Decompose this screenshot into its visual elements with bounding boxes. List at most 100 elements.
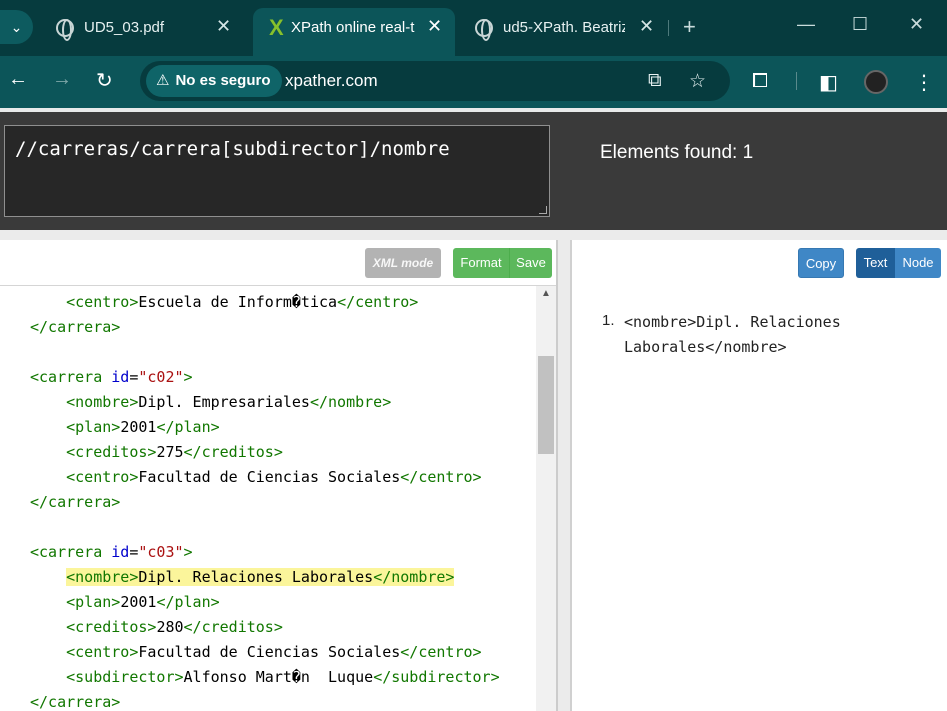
xpath-query-bar: //carreras/carrera[subdirector]/nombre E… xyxy=(0,112,947,230)
xml-tag: <centro> xyxy=(66,293,139,311)
xml-tag: </nombre> xyxy=(309,393,392,411)
xml-attribute-value: "c03" xyxy=(138,543,184,561)
xml-attribute: id xyxy=(111,543,130,561)
xml-tag: </centro> xyxy=(400,643,482,661)
tab-search-button[interactable]: ⌄ xyxy=(0,10,33,44)
code-line: <centro>Escuela de Inform�tica</centro> xyxy=(30,290,418,315)
format-button[interactable]: Format xyxy=(453,248,510,278)
extensions-puzzle-icon[interactable]: ⧠ xyxy=(752,70,768,93)
xml-tag: </carrera> xyxy=(30,693,121,711)
xml-tag: <centro> xyxy=(66,643,139,661)
tab-ud5-pdf[interactable]: UD5_03.pdf ✕ xyxy=(40,8,245,56)
xml-tag: <creditos> xyxy=(66,618,157,636)
close-icon[interactable]: ✕ xyxy=(216,16,231,37)
security-indicator[interactable]: ⚠ No es seguro xyxy=(146,65,283,97)
code-line: <nombre>Dipl. Empresariales</nombre> xyxy=(30,390,391,415)
xml-tag: </carrera> xyxy=(30,318,121,336)
xml-tag: </centro> xyxy=(400,468,482,486)
xpath-expression: //carreras/carrera[subdirector]/nombre xyxy=(15,138,450,160)
tab-title: UD5_03.pdf xyxy=(84,19,165,36)
xml-text: 2001 xyxy=(120,418,157,436)
result-value[interactable]: <nombre>Dipl. Relaciones Laborales</nomb… xyxy=(624,310,924,360)
xml-text: Dipl. Relaciones Laborales xyxy=(138,568,374,586)
xml-text: 2001 xyxy=(120,593,157,611)
more-menu-icon[interactable]: ⋮ xyxy=(914,70,934,95)
xml-editor-toolbar: XML mode Format Save xyxy=(0,240,556,286)
editor-scrollbar[interactable]: ▲ xyxy=(536,286,556,711)
elements-found-label: Elements found: 1 xyxy=(600,142,754,163)
xml-tag: <creditos> xyxy=(66,443,157,461)
xml-tag: </creditos> xyxy=(183,443,283,461)
security-label: No es seguro xyxy=(175,72,271,89)
xml-tag: </nombre> xyxy=(373,568,455,586)
maximize-icon[interactable]: ☐ xyxy=(852,14,868,35)
xml-mode-button[interactable]: XML mode xyxy=(365,248,441,278)
xml-text: Facultad de Ciencias Sociales xyxy=(138,643,401,661)
reload-icon[interactable]: ↻ xyxy=(96,68,113,93)
code-line: </carrera> xyxy=(30,690,120,711)
minimize-icon[interactable]: — xyxy=(797,14,815,35)
xml-text: Alfonso Mart�n Luque xyxy=(183,668,374,686)
tab-xpather[interactable]: X XPath online real-t ✕ xyxy=(253,8,455,56)
close-icon[interactable]: ✕ xyxy=(427,16,442,37)
xml-tag: <centro> xyxy=(66,468,139,486)
code-line: <creditos>275</creditos> xyxy=(30,440,283,465)
tab-title: XPath online real-t xyxy=(291,19,415,36)
result-number: 1. xyxy=(602,312,615,329)
xml-editor-panel: XML mode Format Save <centro>Escuela de … xyxy=(0,240,558,711)
resize-handle[interactable] xyxy=(539,206,547,214)
code-line: <carrera id="c02"> xyxy=(30,368,193,386)
url-text[interactable]: xpather.com xyxy=(285,71,378,91)
browser-toolbar: ← → ↻ ⚠ No es seguro xpather.com ⧉ ☆ ⧠ ◧ … xyxy=(0,56,947,108)
code-line: <centro>Facultad de Ciencias Sociales</c… xyxy=(30,465,482,490)
code-line: <plan>2001</plan> xyxy=(30,590,220,615)
code-line: <plan>2001</plan> xyxy=(30,415,220,440)
xml-tag: </centro> xyxy=(337,293,419,311)
new-tab-plus-icon[interactable]: + xyxy=(683,14,696,40)
xml-tag: <nombre> xyxy=(66,568,139,586)
copy-button[interactable]: Copy xyxy=(798,248,844,278)
globe-icon xyxy=(56,19,74,41)
profile-avatar[interactable] xyxy=(864,70,888,94)
xml-tag: <plan> xyxy=(66,418,121,436)
code-line: <creditos>280</creditos> xyxy=(30,615,283,640)
xml-tag: <carrera xyxy=(30,368,112,386)
xml-text: 280 xyxy=(156,618,184,636)
node-view-button[interactable]: Node xyxy=(895,248,941,278)
xml-tag: </plan> xyxy=(156,418,220,436)
tab-title: ud5-XPath. Beatriz xyxy=(503,19,625,36)
xml-tag: <plan> xyxy=(66,593,121,611)
forward-arrow-icon[interactable]: → xyxy=(52,68,72,91)
xml-tag: </carrera> xyxy=(30,493,121,511)
xml-text: Dipl. Empresariales xyxy=(138,393,310,411)
xml-tag: > xyxy=(183,368,193,386)
side-panel-icon[interactable]: ◧ xyxy=(819,70,838,95)
xml-text: 275 xyxy=(156,443,184,461)
back-arrow-icon[interactable]: ← xyxy=(8,68,28,91)
text-view-button[interactable]: Text xyxy=(856,248,895,278)
xml-tag: </subdirector> xyxy=(373,668,500,686)
code-line: <centro>Facultad de Ciencias Sociales</c… xyxy=(30,640,482,665)
tab-ud5-xpath[interactable]: ud5-XPath. Beatriz ✕ xyxy=(463,8,665,56)
scrollbar-thumb[interactable] xyxy=(538,356,554,454)
code-line: <nombre>Dipl. Relaciones Laborales</nomb… xyxy=(30,565,455,590)
warning-triangle-icon: ⚠ xyxy=(156,72,170,89)
xml-tag: <nombre> xyxy=(66,393,139,411)
save-button[interactable]: Save xyxy=(510,248,552,278)
xml-code-area[interactable]: <centro>Escuela de Inform�tica</centro> <… xyxy=(0,286,536,711)
window-close-icon[interactable]: ✕ xyxy=(909,14,924,35)
bookmark-star-icon[interactable]: ☆ xyxy=(689,70,706,93)
address-bar[interactable]: ⚠ No es seguro xpather.com ⧉ ☆ xyxy=(140,61,730,101)
xml-attribute: id xyxy=(111,368,130,386)
matched-node-highlight: <nombre>Dipl. Relaciones Laborales</nomb… xyxy=(66,568,455,586)
close-icon[interactable]: ✕ xyxy=(639,16,654,37)
translate-icon[interactable]: ⧉ xyxy=(648,70,662,92)
scroll-up-arrow-icon[interactable]: ▲ xyxy=(541,288,551,299)
chevron-down-icon: ⌄ xyxy=(10,19,23,35)
globe-icon xyxy=(475,19,493,41)
xpath-query-input[interactable]: //carreras/carrera[subdirector]/nombre xyxy=(4,125,550,217)
panel-divider xyxy=(0,230,947,240)
xpather-logo-icon: X xyxy=(269,15,284,40)
code-line: </carrera> xyxy=(30,315,120,340)
xml-tag: </creditos> xyxy=(183,618,283,636)
